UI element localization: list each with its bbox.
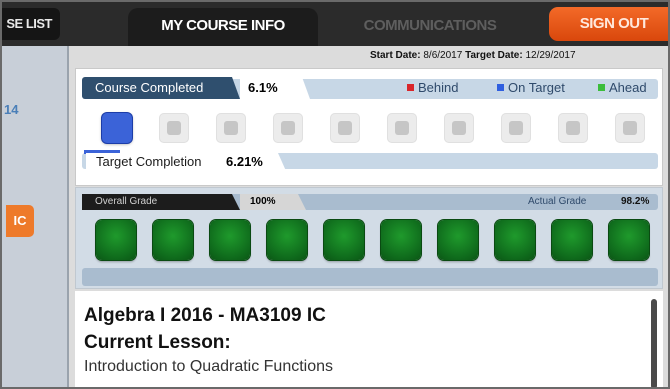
progress-square-inner bbox=[623, 121, 637, 135]
progress-square-inner bbox=[509, 121, 523, 135]
grade-panel: Overall Grade 100% Actual Grade 98.2% bbox=[75, 187, 663, 289]
progress-square bbox=[216, 113, 246, 143]
progress-square-inner bbox=[452, 121, 466, 135]
grade-footer-bar bbox=[82, 268, 658, 286]
course-completed-label: Course Completed bbox=[82, 77, 240, 99]
progress-square bbox=[501, 113, 531, 143]
progress-square bbox=[387, 113, 417, 143]
start-date-label: Start Date: bbox=[370, 50, 421, 61]
grade-square bbox=[210, 220, 250, 260]
legend-ahead-swatch bbox=[598, 84, 605, 91]
grade-square bbox=[438, 220, 478, 260]
tab-communications[interactable]: COMMUNICATIONS bbox=[330, 10, 530, 42]
progress-square-inner bbox=[281, 121, 295, 135]
progress-square bbox=[159, 113, 189, 143]
sign-out-button[interactable]: SIGN OUT bbox=[549, 7, 670, 41]
tab-course-list[interactable]: SE LIST bbox=[0, 8, 60, 40]
grade-square bbox=[552, 220, 592, 260]
top-nav-bar: SE LIST MY COURSE INFO COMMUNICATIONS SI… bbox=[0, 0, 670, 46]
grade-square bbox=[96, 220, 136, 260]
sidebar-ic-button[interactable]: IC bbox=[6, 205, 34, 237]
progress-square-inner bbox=[566, 121, 580, 135]
lesson-scrollbar[interactable] bbox=[651, 299, 657, 389]
current-lesson-label: Current Lesson: bbox=[84, 332, 231, 353]
progress-square-inner bbox=[224, 121, 238, 135]
current-lesson-panel: Algebra I 2016 - MA3109 IC Current Lesso… bbox=[75, 291, 663, 389]
grade-square bbox=[267, 220, 307, 260]
progress-square-inner bbox=[338, 121, 352, 135]
progress-square bbox=[330, 113, 360, 143]
legend-on-target-swatch bbox=[497, 84, 504, 91]
legend-ahead-label: Ahead bbox=[609, 80, 647, 95]
current-lesson-name[interactable]: Introduction to Quadratic Functions bbox=[84, 358, 333, 376]
progress-squares bbox=[102, 113, 662, 143]
overall-grade-percent: 100% bbox=[240, 194, 306, 210]
grade-squares bbox=[96, 220, 656, 262]
target-completion-percent: 6.21% bbox=[226, 153, 286, 171]
progress-square bbox=[558, 113, 588, 143]
tab-my-course-info[interactable]: MY COURSE INFO bbox=[128, 8, 318, 46]
legend-on-target-label: On Target bbox=[508, 80, 565, 95]
legend-on-target: On Target bbox=[497, 80, 565, 96]
course-list-sidebar: 14 IC bbox=[0, 46, 69, 389]
grade-square bbox=[381, 220, 421, 260]
progress-square bbox=[615, 113, 645, 143]
grade-square bbox=[153, 220, 193, 260]
actual-grade-value: 98.2% bbox=[621, 196, 650, 207]
grade-square bbox=[324, 220, 364, 260]
actual-grade-label: Actual Grade bbox=[528, 196, 587, 207]
legend-behind-label: Behind bbox=[418, 80, 459, 95]
target-completion-label: Target Completion bbox=[86, 153, 231, 171]
progress-square bbox=[444, 113, 474, 143]
progress-square-inner bbox=[167, 121, 181, 135]
course-progress-panel: Course Completed 6.1% Behind On Target A… bbox=[75, 68, 663, 186]
grade-square bbox=[609, 220, 649, 260]
grade-square bbox=[495, 220, 535, 260]
start-date-value: 8/6/2017 bbox=[423, 50, 463, 61]
progress-square-inner bbox=[395, 121, 409, 135]
overall-grade-label: Overall Grade bbox=[82, 194, 240, 210]
sidebar-number: 14 bbox=[4, 102, 19, 117]
progress-square-current bbox=[102, 113, 132, 143]
course-title: Algebra I 2016 - MA3109 IC bbox=[84, 305, 326, 326]
legend-ahead: Ahead bbox=[598, 80, 647, 96]
course-dates: Start Date: 8/6/2017 Target Date: 12/29/… bbox=[370, 50, 576, 61]
course-completed-percent: 6.1% bbox=[240, 77, 310, 99]
target-date-value: 12/29/2017 bbox=[525, 50, 576, 61]
legend-behind-swatch bbox=[407, 84, 414, 91]
legend-behind: Behind bbox=[407, 80, 458, 96]
progress-square bbox=[273, 113, 303, 143]
target-date-label: Target Date: bbox=[465, 50, 523, 61]
